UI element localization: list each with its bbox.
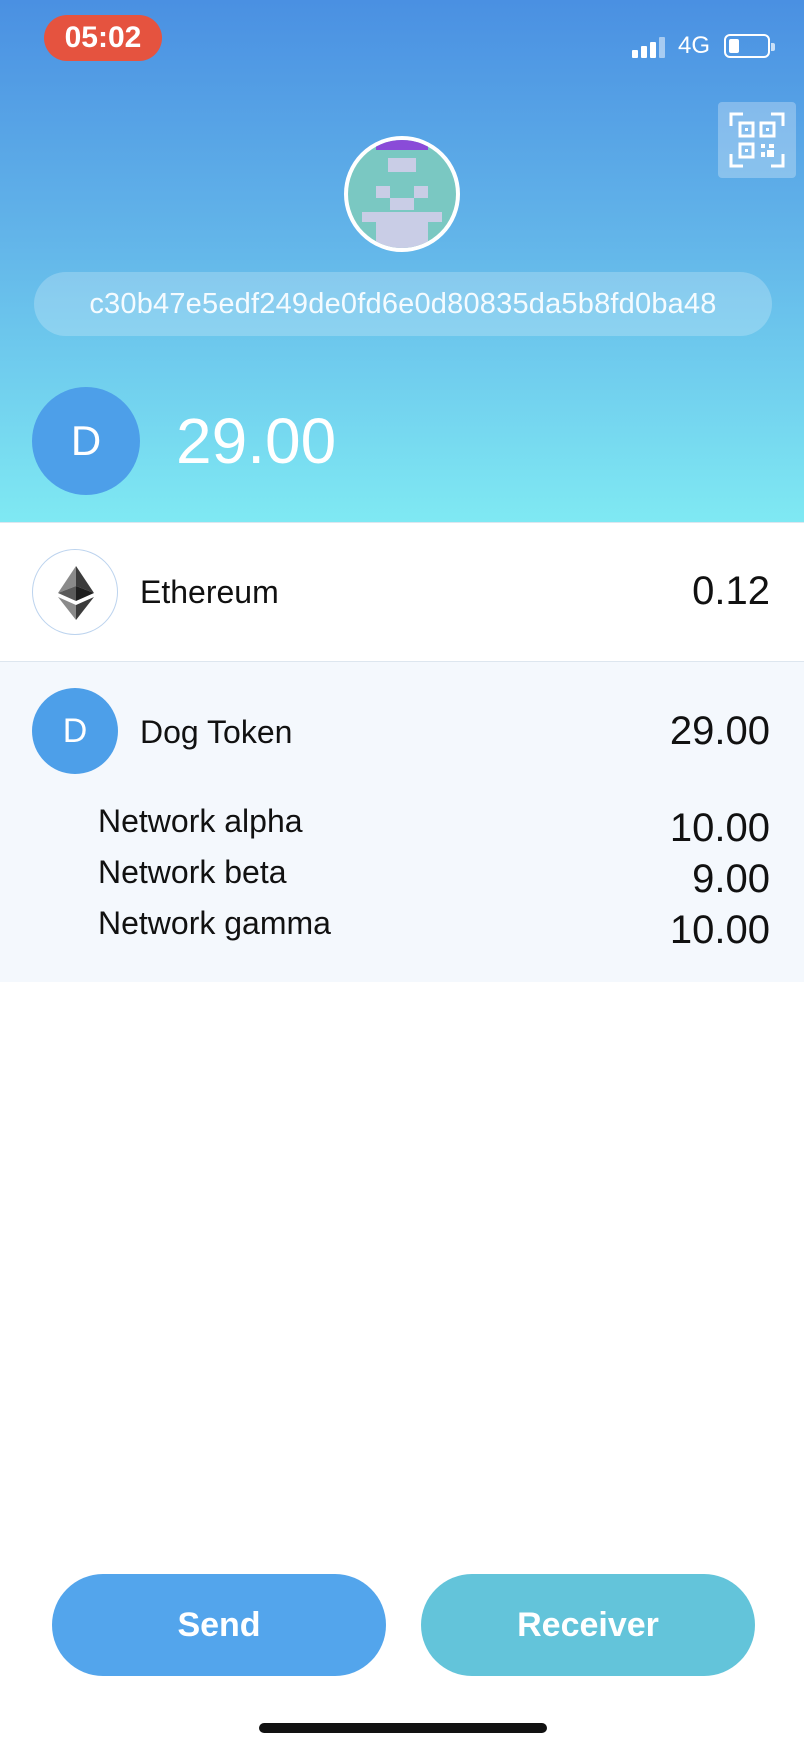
status-bar: 05:02 4G — [0, 0, 804, 80]
receive-button[interactable]: Receiver — [421, 1574, 755, 1676]
selected-token-icon: D — [32, 387, 140, 495]
network-name-alpha: Network alpha — [98, 803, 303, 839]
account-avatar[interactable] — [344, 136, 460, 252]
battery-icon — [724, 34, 775, 58]
ethereum-icon — [32, 549, 118, 635]
send-button[interactable]: Send — [52, 1574, 386, 1676]
token-row-ethereum[interactable]: Ethereum 0.12 — [0, 522, 804, 662]
qr-code-icon — [729, 112, 785, 168]
network-name-gamma: Network gamma — [98, 905, 331, 941]
network-type: 4G — [678, 32, 711, 59]
token-value-ethereum: 0.12 — [692, 569, 770, 613]
dog-token-icon: D — [32, 688, 118, 774]
wallet-header: 05:02 4G c30b47e5edf249de0fd6e0d80835da5… — [0, 0, 804, 522]
wallet-address[interactable]: c30b47e5edf249de0fd6e0d80835da5b8fd0ba48 — [34, 272, 772, 336]
status-time: 05:02 — [44, 15, 162, 61]
token-row-dog[interactable]: D Dog Token 29.00 Network alpha 10.00 Ne… — [0, 662, 804, 982]
selected-token-balance: 29.00 — [176, 405, 337, 477]
home-indicator — [259, 1723, 547, 1733]
network-value-gamma: 10.00 — [669, 908, 770, 952]
network-value-alpha: 10.00 — [669, 806, 770, 850]
token-value-dog: 29.00 — [669, 709, 770, 753]
qr-code-button[interactable] — [718, 102, 796, 178]
network-value-beta: 9.00 — [692, 857, 770, 901]
signal-icon — [632, 36, 668, 58]
pixel-avatar-icon — [348, 140, 456, 248]
token-name-ethereum: Ethereum — [140, 574, 279, 610]
network-name-beta: Network beta — [98, 854, 287, 890]
token-name-dog: Dog Token — [140, 714, 293, 750]
